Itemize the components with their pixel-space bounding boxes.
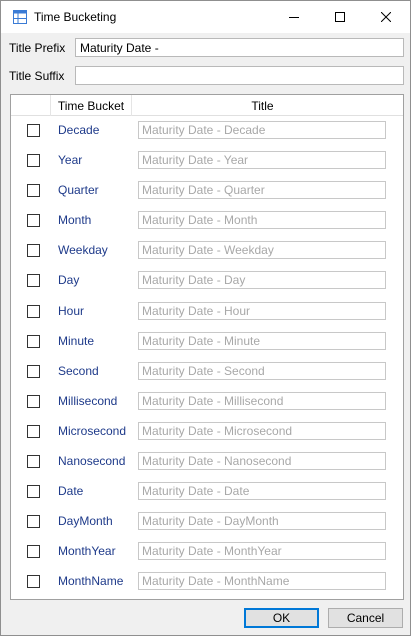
time-bucket-name: Weekday (58, 243, 108, 258)
close-icon (381, 12, 391, 22)
row-title-input[interactable]: Maturity Date - Year (138, 151, 386, 170)
row-title-input[interactable]: Maturity Date - Month (138, 211, 386, 230)
table-row[interactable]: Weekday Maturity Date - Weekday (11, 236, 403, 266)
table-row[interactable]: Microsecond Maturity Date - Microsecond (11, 417, 403, 447)
time-bucket-name: Quarter (58, 183, 99, 198)
row-checkbox[interactable] (27, 244, 40, 258)
row-checkbox[interactable] (27, 575, 40, 589)
row-title-input[interactable]: Maturity Date - Nanosecond (138, 452, 386, 471)
grid-table-icon (13, 10, 27, 24)
title-prefix-row: Title Prefix (1, 37, 410, 61)
row-checkbox[interactable] (27, 455, 40, 469)
row-title-input[interactable]: Maturity Date - Quarter (138, 181, 386, 200)
row-title-input[interactable]: Maturity Date - Date (138, 482, 386, 501)
row-checkbox[interactable] (27, 124, 40, 137)
title-suffix-label: Title Suffix (9, 69, 65, 83)
time-bucket-name: Hour (58, 303, 85, 318)
maximize-icon (335, 12, 345, 22)
row-title-input[interactable]: Maturity Date - Millisecond (138, 391, 386, 410)
time-bucket-name: Day (58, 273, 80, 288)
table-row[interactable]: DayMonth Maturity Date - DayMonth (11, 507, 403, 537)
row-checkbox[interactable] (27, 515, 40, 529)
select-column-header[interactable] (11, 95, 51, 116)
title-suffix-row: Title Suffix (1, 65, 410, 89)
table-row[interactable]: MonthName Maturity Date - MonthName (11, 567, 403, 597)
grid-rows: Decade Maturity Date - Decade Year Maturity… (11, 116, 403, 598)
row-title-input[interactable]: Maturity Date - DayMonth (138, 512, 386, 531)
minimize-button[interactable] (271, 1, 317, 33)
title-column-header[interactable]: Title (132, 95, 393, 116)
maximize-button[interactable] (317, 1, 363, 33)
title-prefix-label: Title Prefix (9, 41, 66, 55)
title-prefix-input[interactable] (75, 38, 404, 57)
row-title-input[interactable]: Maturity Date - MonthYear (138, 542, 386, 561)
row-checkbox[interactable] (27, 485, 40, 499)
minimize-icon (289, 17, 299, 18)
row-checkbox[interactable] (27, 424, 40, 438)
row-checkbox[interactable] (27, 154, 40, 168)
time-bucket-name: Year (58, 153, 83, 168)
table-row[interactable]: Date Maturity Date - Date (11, 477, 403, 507)
row-title-input[interactable]: Maturity Date - Decade (138, 121, 386, 139)
row-title-input[interactable]: Maturity Date - Day (138, 271, 386, 290)
row-title-input[interactable]: Maturity Date - MonthName (138, 572, 386, 591)
time-bucket-name: Decade (58, 123, 100, 137)
time-bucket-name: Second (58, 363, 99, 378)
grid-header: Time Bucket Title (11, 95, 403, 116)
row-checkbox[interactable] (27, 364, 40, 378)
time-bucket-name: Minute (58, 333, 95, 348)
ok-button[interactable]: OK (244, 608, 319, 628)
row-title-input[interactable]: Maturity Date - Hour (138, 301, 386, 320)
table-row[interactable]: Nanosecond Maturity Date - Nanosecond (11, 447, 403, 477)
row-title-input[interactable]: Maturity Date - Weekday (138, 241, 386, 260)
time-bucket-name: Nanosecond (58, 454, 126, 469)
table-row[interactable]: Month Maturity Date - Month (11, 206, 403, 236)
cancel-button[interactable]: Cancel (328, 608, 403, 628)
window-title: Time Bucketing (34, 10, 117, 24)
row-title-input[interactable]: Maturity Date - Minute (138, 331, 386, 350)
row-checkbox[interactable] (27, 304, 40, 318)
row-checkbox[interactable] (27, 545, 40, 559)
row-title-input[interactable]: Maturity Date - Second (138, 361, 386, 380)
table-row[interactable]: Second Maturity Date - Second (11, 357, 403, 387)
time-bucket-name: Month (58, 213, 92, 228)
time-bucket-name: Date (58, 484, 84, 499)
row-title-input[interactable]: Maturity Date - Microsecond (138, 421, 386, 440)
table-row[interactable]: Hour Maturity Date - Hour (11, 297, 403, 327)
title-bar[interactable]: Time Bucketing (1, 1, 410, 33)
time-bucket-name: DayMonth (58, 514, 113, 529)
time-bucket-name: Millisecond (58, 393, 118, 408)
table-row[interactable]: MonthYear Maturity Date - MonthYear (11, 537, 403, 567)
row-checkbox[interactable] (27, 334, 40, 348)
row-checkbox[interactable] (27, 394, 40, 408)
table-row[interactable]: Year Maturity Date - Year (11, 146, 403, 176)
row-checkbox[interactable] (27, 274, 40, 288)
table-row[interactable]: Day Maturity Date - Day (11, 266, 403, 296)
title-suffix-input[interactable] (75, 66, 404, 85)
time-bucket-name: MonthYear (58, 544, 116, 559)
time-bucket-name: MonthName (58, 574, 124, 589)
time-bucket-name: Microsecond (58, 423, 127, 438)
row-checkbox[interactable] (27, 184, 40, 198)
time-bucket-column-header[interactable]: Time Bucket (51, 95, 132, 116)
time-bucket-grid[interactable]: Time Bucket Title Decade Maturity Date - … (10, 94, 404, 600)
table-row[interactable]: Quarter Maturity Date - Quarter (11, 176, 403, 206)
table-row[interactable]: Decade Maturity Date - Decade (11, 116, 403, 146)
close-button[interactable] (363, 1, 409, 33)
row-checkbox[interactable] (27, 214, 40, 228)
table-row[interactable]: Millisecond Maturity Date - Millisecond (11, 387, 403, 417)
time-bucketing-dialog: Time Bucketing Title Prefix Title Suffix… (0, 0, 411, 636)
table-row[interactable]: Minute Maturity Date - Minute (11, 327, 403, 357)
